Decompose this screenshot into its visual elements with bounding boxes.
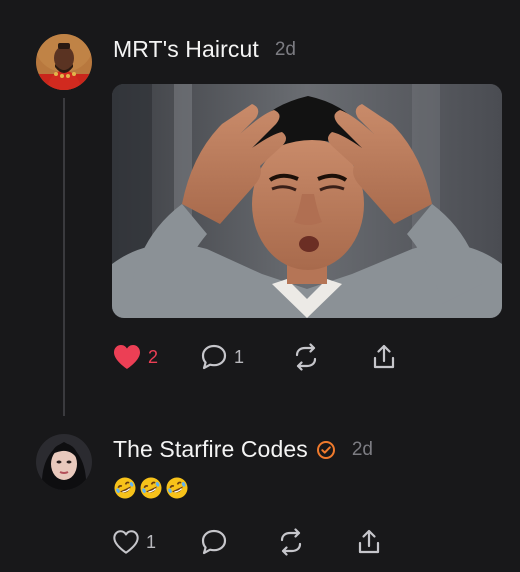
share-upload-icon — [370, 343, 398, 371]
timestamp: 2d — [274, 38, 296, 60]
repost-button[interactable] — [277, 526, 305, 558]
rofl-emoji-icon — [113, 476, 137, 500]
repost-arrows-icon — [292, 343, 320, 371]
gif-image[interactable] — [112, 84, 502, 318]
username[interactable]: The Starfire Codes — [113, 436, 308, 463]
repost-button[interactable] — [292, 341, 320, 373]
timestamp: 2d — [351, 438, 373, 460]
avatar[interactable] — [36, 34, 92, 90]
thread-line — [63, 98, 65, 416]
verified-badge-icon — [316, 440, 336, 460]
like-button[interactable]: 2 — [112, 341, 158, 373]
post-the-starfire-codes: The Starfire Codes 2d 🤣🤣🤣 — [0, 420, 520, 572]
comment-button[interactable]: 1 — [200, 341, 244, 373]
like-button[interactable]: 1 — [112, 526, 156, 558]
post-text: 🤣🤣🤣 — [113, 476, 189, 500]
share-button[interactable] — [370, 341, 398, 373]
share-upload-icon — [355, 528, 383, 556]
rofl-emoji-icon — [165, 476, 189, 500]
rofl-emoji-icon — [139, 476, 163, 500]
avatar[interactable] — [36, 434, 92, 490]
speech-bubble-icon — [200, 343, 228, 371]
heart-icon — [112, 343, 142, 371]
heart-icon — [112, 528, 140, 556]
username[interactable]: MRT's Haircut — [113, 36, 259, 63]
comment-count: 1 — [234, 346, 245, 367]
post-header: MRT's Haircut 2d — [113, 36, 296, 63]
repost-arrows-icon — [277, 528, 305, 556]
post-mrts-haircut: MRT's Haircut 2d 2 1 — [0, 0, 520, 420]
like-count: 1 — [146, 531, 157, 552]
post-header: The Starfire Codes 2d — [113, 436, 373, 463]
comment-button[interactable] — [200, 526, 234, 558]
share-button[interactable] — [355, 526, 383, 558]
like-count: 2 — [148, 346, 159, 367]
speech-bubble-icon — [200, 528, 228, 556]
